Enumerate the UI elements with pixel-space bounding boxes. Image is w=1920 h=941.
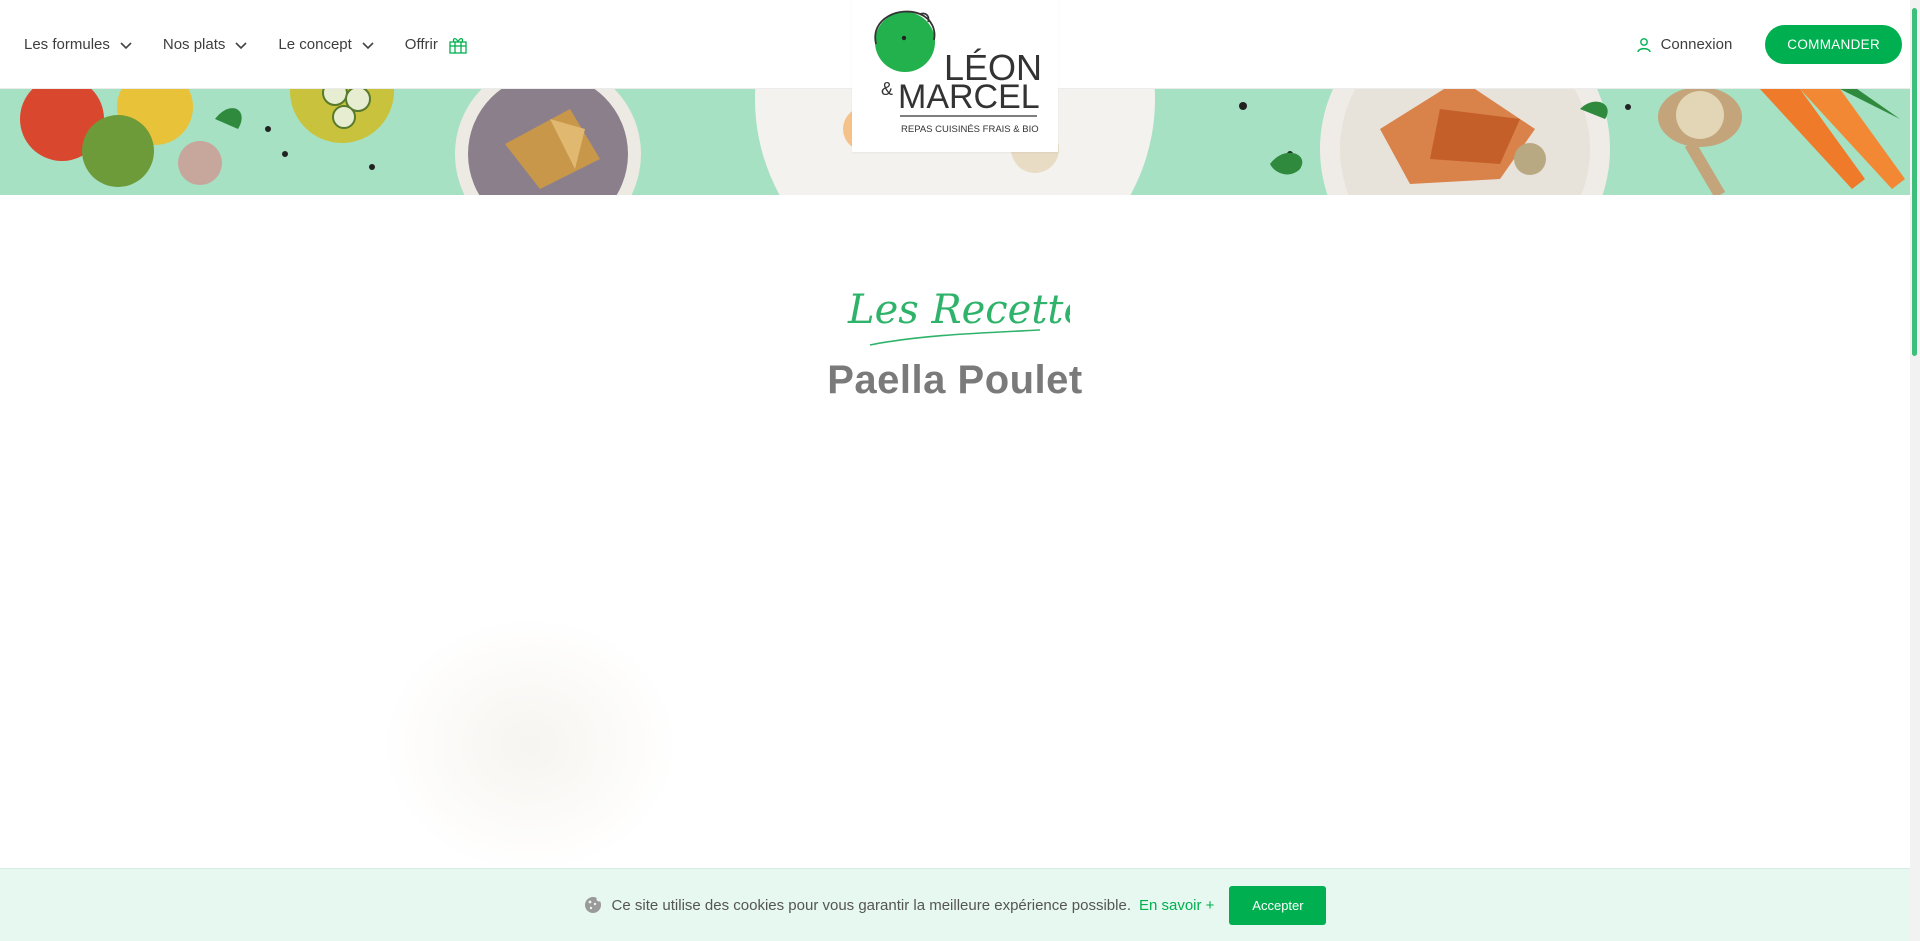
script-title-text: Les Recettes: [847, 287, 1070, 333]
scrollbar-thumb[interactable]: [1912, 8, 1917, 356]
cookie-icon: [584, 896, 602, 913]
main-nav: Les formules Nos plats Le concept Offrir: [24, 0, 498, 89]
nav-item-concept[interactable]: Le concept: [278, 36, 374, 53]
leon-marcel-logo: LÉON & MARCEL REPAS CUISINÉS FRAIS & BIO: [874, 10, 1042, 135]
logo[interactable]: LÉON & MARCEL REPAS CUISINÉS FRAIS & BIO: [852, 0, 1058, 152]
recipe-title: Paella Poulet: [827, 358, 1083, 402]
section-script-title: Les Recettes: [847, 287, 1070, 346]
chevron-down-icon: [120, 41, 132, 49]
nav-item-label: Le concept: [278, 36, 352, 53]
nav-item-formules[interactable]: Les formules: [24, 36, 133, 53]
cookie-accept-button[interactable]: Accepter: [1229, 885, 1327, 925]
login-label: Connexion: [1660, 36, 1733, 53]
logo-ampersand: &: [881, 79, 893, 99]
logo-line2: MARCEL: [898, 78, 1040, 116]
logo-tagline: REPAS CUISINÉS FRAIS & BIO: [901, 124, 1039, 135]
recipe-image-placeholder: [385, 620, 675, 870]
chevron-down-icon: [362, 41, 374, 49]
order-button[interactable]: COMMANDER: [1765, 25, 1902, 64]
login-link[interactable]: Connexion: [1636, 36, 1733, 53]
cookie-learn-more-link[interactable]: En savoir +: [1139, 897, 1214, 914]
cookie-banner: Ce site utilise des cookies pour vous ga…: [0, 868, 1910, 941]
nav-item-offrir[interactable]: Offrir: [405, 35, 468, 55]
nav-item-label: Nos plats: [162, 36, 226, 53]
page-scrollbar[interactable]: [1910, 0, 1920, 941]
nav-item-label: Offrir: [404, 36, 438, 53]
nav-item-plats[interactable]: Nos plats: [163, 36, 249, 53]
chevron-down-icon: [235, 41, 247, 49]
user-icon: [1636, 37, 1651, 52]
cookie-message: Ce site utilise des cookies pour vous ga…: [611, 896, 1131, 914]
nav-item-label: Les formules: [24, 36, 110, 53]
header-actions: Connexion COMMANDER: [1636, 0, 1902, 89]
gift-icon: [449, 37, 467, 54]
